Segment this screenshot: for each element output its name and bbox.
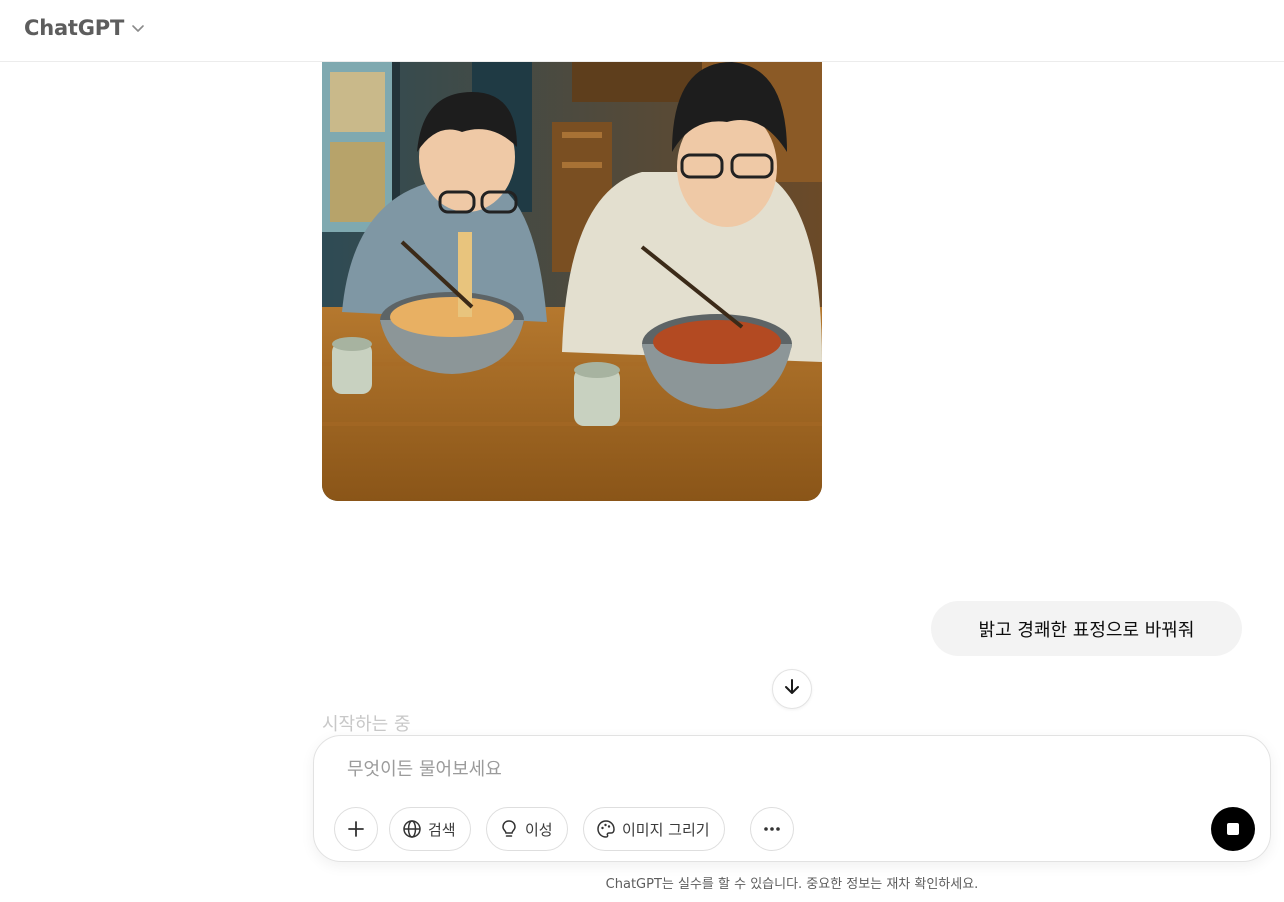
lightbulb-icon	[499, 819, 519, 839]
disclaimer: ChatGPT는 실수를 할 수 있습니다. 중요한 정보는 재차 확인하세요.	[605, 877, 979, 892]
reason-tool-button[interactable]: 이성	[486, 807, 568, 851]
chevron-down-icon	[130, 20, 146, 36]
add-button[interactable]	[334, 807, 378, 851]
stop-generating-button[interactable]	[1211, 807, 1255, 851]
search-tool-button[interactable]: 검색	[389, 807, 471, 851]
plus-icon	[346, 819, 366, 839]
model-switcher[interactable]: ChatGPT	[24, 14, 146, 42]
arrow-down-icon	[782, 677, 802, 701]
image-tool-button[interactable]: 이미지 그리기	[583, 807, 725, 851]
more-horizontal-icon	[761, 818, 783, 840]
more-tools-button[interactable]	[750, 807, 794, 851]
user-message-bubble: 밝고 경쾌한 표정으로 바꿔줘	[931, 601, 1242, 656]
stop-icon	[1227, 823, 1239, 835]
composer: 검색 이성 이미지 그리기	[313, 735, 1271, 862]
search-tool-label: 검색	[428, 820, 456, 839]
generated-image[interactable]	[322, 62, 822, 501]
image-tool-label: 이미지 그리기	[622, 820, 710, 839]
reason-tool-label: 이성	[525, 820, 553, 839]
prompt-input[interactable]	[347, 754, 1207, 784]
globe-icon	[402, 819, 422, 839]
palette-icon	[596, 819, 616, 839]
top-bar: ChatGPT	[0, 0, 1284, 62]
assistant-status: 시작하는 중	[322, 714, 411, 735]
scroll-to-bottom-button[interactable]	[772, 669, 812, 709]
model-name: ChatGPT	[24, 16, 125, 40]
